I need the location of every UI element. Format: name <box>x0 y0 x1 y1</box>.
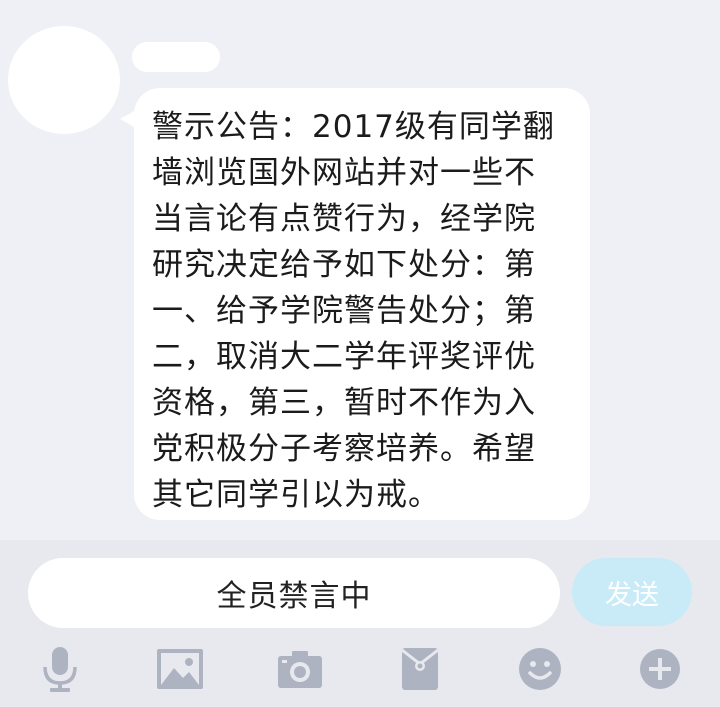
message-line: 资格，第三，暂时不作为入 <box>152 385 536 421</box>
image-icon[interactable] <box>155 644 205 694</box>
message-text: 警示公告：2017级有同学翻 墙浏览国外网站并对一些不 当言论有点赞行为，经学院… <box>152 104 590 518</box>
message-line: 其它同学引以为戒。 <box>152 477 440 513</box>
message-line: 当言论有点赞行为，经学院 <box>152 201 536 237</box>
camera-icon[interactable] <box>275 644 325 694</box>
message-line: 党积极分子考察培养。希望 <box>152 431 536 467</box>
message-line: 二，取消大二学年评奖评优 <box>152 339 536 375</box>
plus-icon[interactable] <box>635 644 685 694</box>
message-line: 墙浏览国外网站并对一些不 <box>152 155 536 191</box>
chat-area: 警示公告：2017级有同学翻 墙浏览国外网站并对一些不 当言论有点赞行为，经学院… <box>0 0 720 540</box>
bubble-tail <box>120 110 136 128</box>
send-button[interactable]: 发送 <box>572 558 692 626</box>
message-input-disabled[interactable]: 全员禁言中 <box>28 558 560 628</box>
message-line: 研究决定给予如下处分：第 <box>152 247 536 283</box>
red-packet-icon[interactable] <box>395 644 445 694</box>
microphone-icon[interactable] <box>35 644 85 694</box>
message-line: 一、给予学院警告处分；第 <box>152 293 536 329</box>
message-line: 警示公告：2017级有同学翻 <box>152 109 555 145</box>
avatar[interactable] <box>8 26 120 134</box>
emoji-icon[interactable] <box>515 644 565 694</box>
sender-name <box>132 42 220 72</box>
input-bar: 全员禁言中 发送 <box>0 540 720 707</box>
message-bubble[interactable]: 警示公告：2017级有同学翻 墙浏览国外网站并对一些不 当言论有点赞行为，经学院… <box>120 88 590 520</box>
toolbar <box>0 636 720 707</box>
